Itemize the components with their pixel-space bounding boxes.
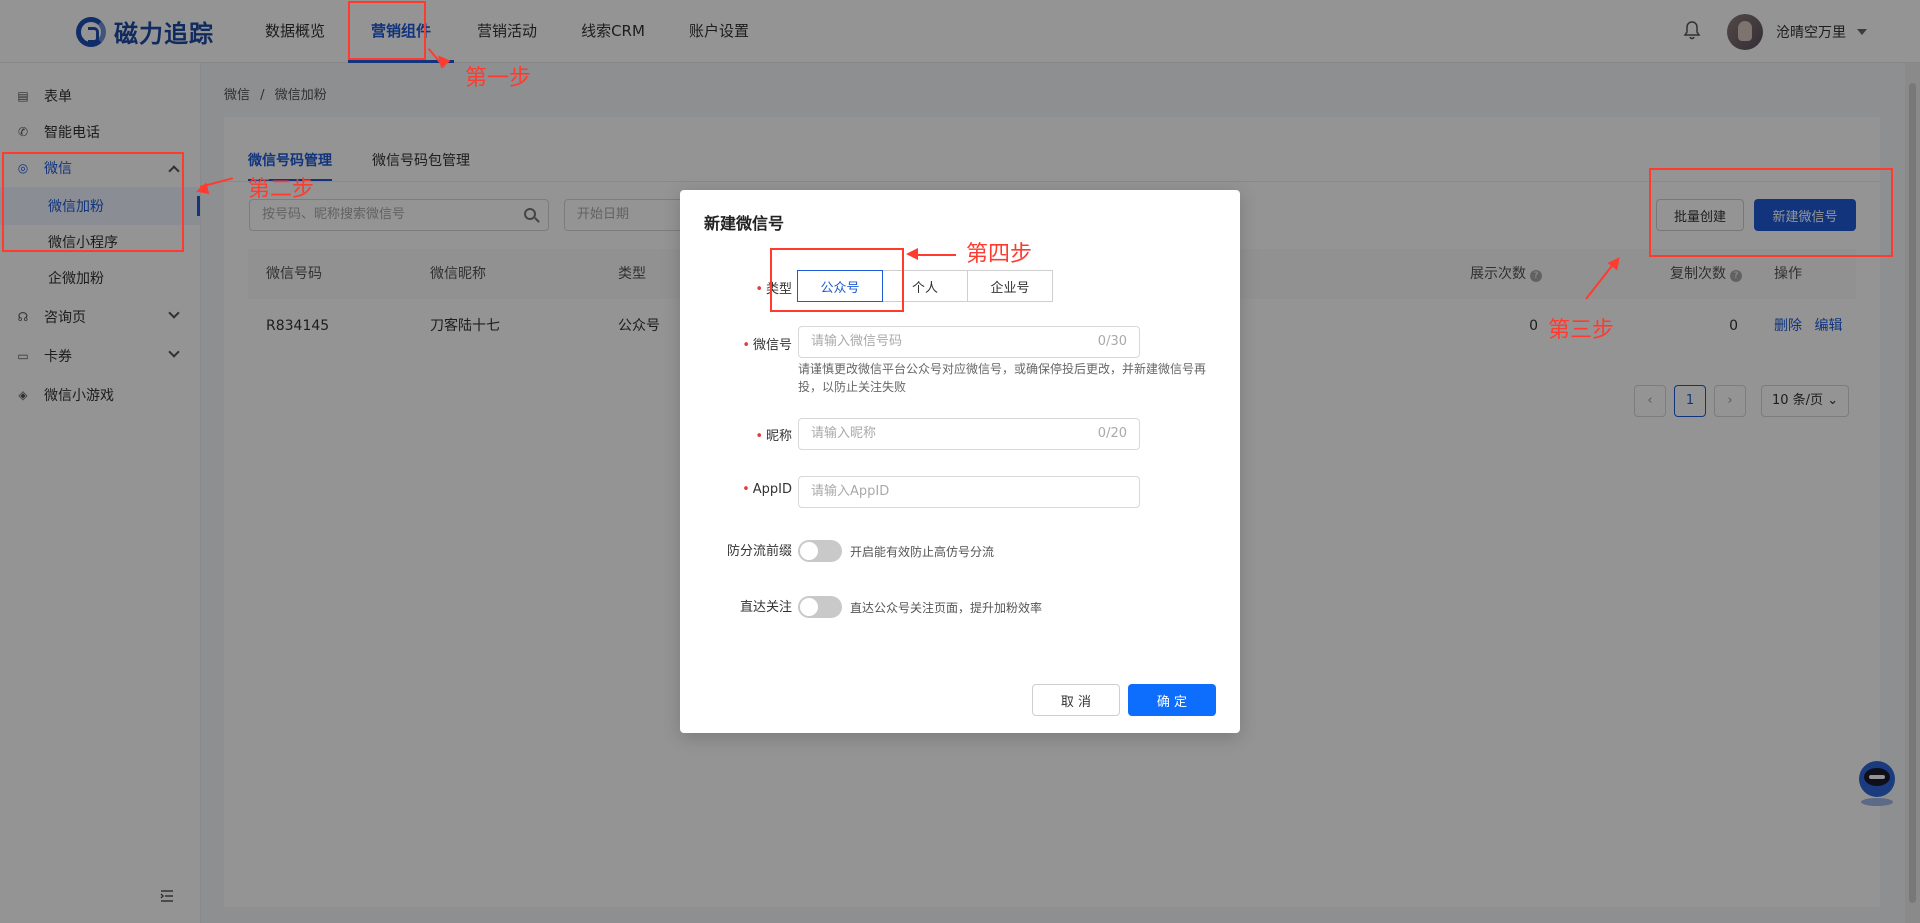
modal-title: 新建微信号	[704, 214, 785, 233]
direct-follow-toggle[interactable]	[798, 596, 842, 618]
nickname-label-text: 昵称	[765, 429, 792, 444]
required-mark: •	[755, 282, 763, 297]
appid-placeholder: 请输入AppID	[811, 484, 890, 499]
annotation-step3: 第三步	[1548, 318, 1615, 343]
nickname-label: • 昵称	[680, 425, 792, 444]
annotation-box-step1	[348, 1, 426, 60]
confirm-button[interactable]: 确 定	[1128, 684, 1216, 716]
annotation-arrowhead-step4	[906, 248, 918, 260]
nickname-placeholder: 请输入昵称	[811, 426, 877, 441]
wechat-label: • 微信号	[680, 334, 792, 353]
cancel-button[interactable]: 取 消	[1032, 684, 1120, 716]
type-option-official-account[interactable]: 公众号	[797, 270, 883, 302]
wechat-help-text: 请谨慎更改微信平台公众号对应微信号，或确保停投后更改，并新建微信号再投，以防止关…	[798, 362, 1207, 394]
appid-label-text: AppID	[752, 482, 792, 497]
appid-label: • AppID	[680, 482, 792, 497]
wechat-char-count: 0/30	[1097, 334, 1127, 349]
wechat-placeholder: 请输入微信号码	[811, 334, 903, 349]
anti-diversion-toggle[interactable]	[798, 540, 842, 562]
nickname-input[interactable]: 请输入昵称 0/20	[798, 418, 1140, 450]
nickname-char-count: 0/20	[1097, 426, 1127, 441]
type-segmented-control: 公众号 个人 企业号	[797, 270, 1053, 302]
required-mark: •	[742, 482, 750, 497]
anti-diversion-help: 开启能有效防止高仿号分流	[850, 545, 995, 559]
annotation-box-step2	[2, 152, 184, 252]
wechat-label-text: 微信号	[752, 338, 792, 353]
direct-follow-label: 直达关注	[739, 600, 792, 615]
required-mark: •	[755, 429, 763, 444]
wechat-number-input[interactable]: 请输入微信号码 0/30	[798, 326, 1140, 358]
type-option-enterprise[interactable]: 企业号	[967, 270, 1053, 302]
required-mark: •	[742, 338, 750, 353]
anti-diversion-label: 防分流前缀	[726, 544, 792, 559]
annotation-step1: 第一步	[465, 66, 532, 91]
annotation-box-step3	[1649, 168, 1893, 257]
new-wechat-modal: 新建微信号 • 类型 公众号 个人 企业号 • 微信号 请输入微信号码 0/30 请…	[680, 190, 1240, 733]
direct-follow-help: 直达公众号关注页面，提升加粉效率	[850, 601, 1043, 615]
appid-input[interactable]: 请输入AppID	[798, 476, 1140, 508]
annotation-step4: 第四步	[966, 242, 1033, 267]
annotation-step2: 第二步	[248, 177, 315, 202]
